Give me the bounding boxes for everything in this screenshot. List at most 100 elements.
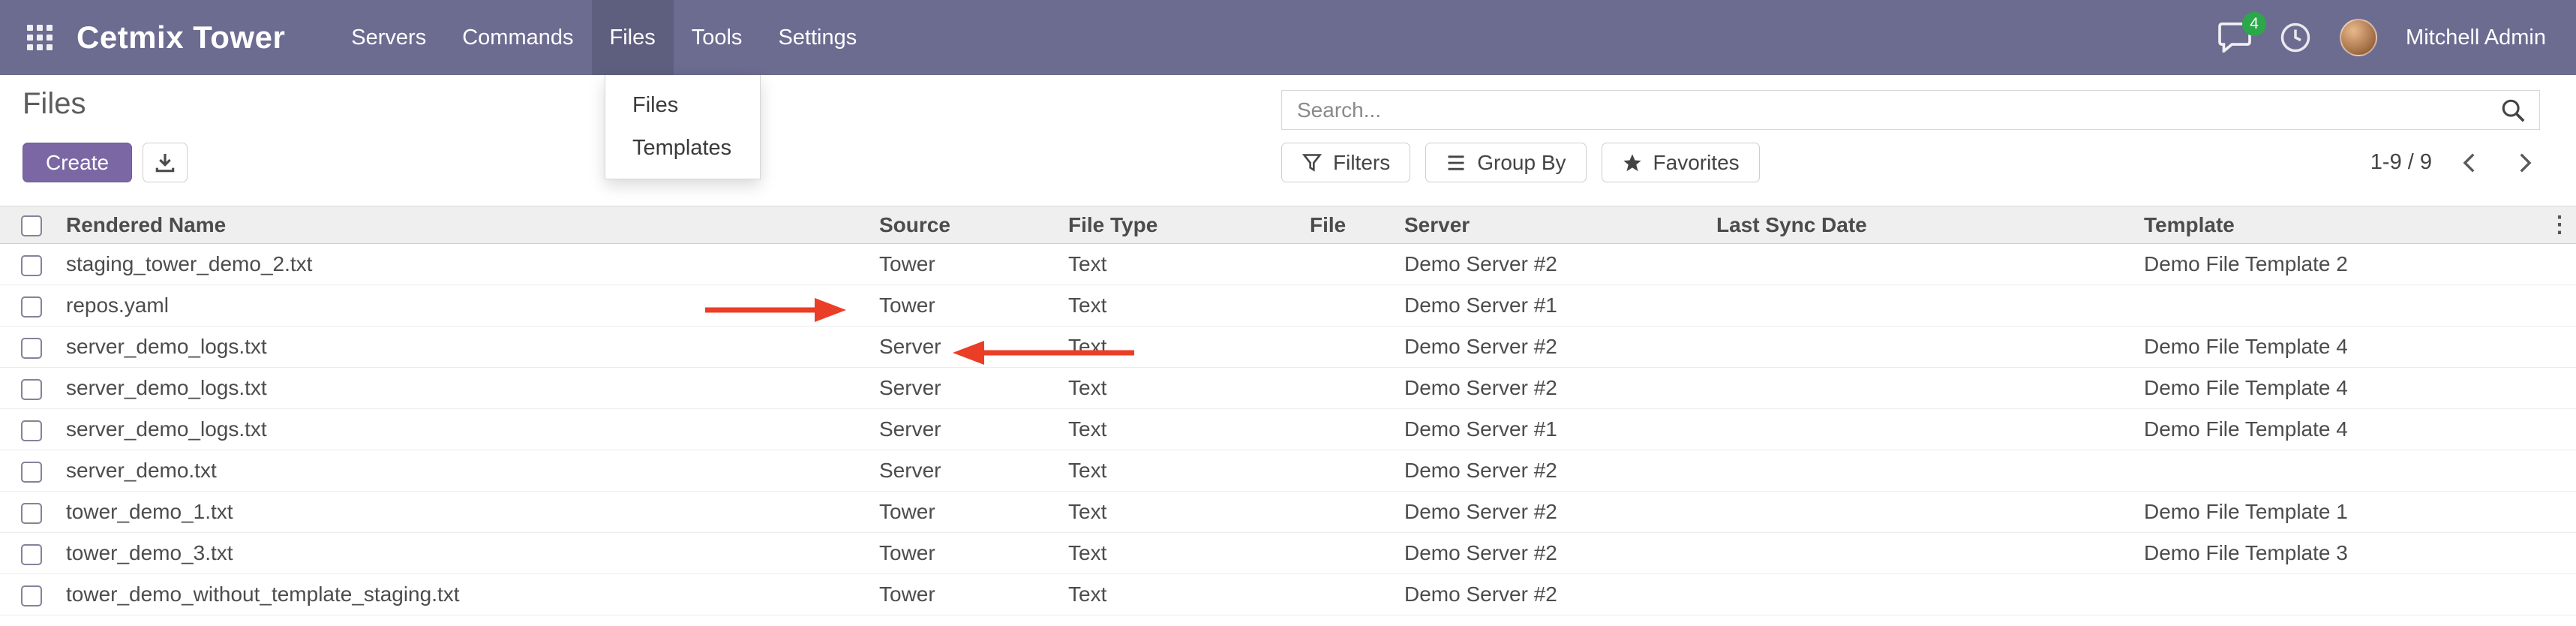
row-checkbox[interactable] bbox=[21, 585, 42, 606]
table-row[interactable]: repos.yaml Tower Text Demo Server #1 bbox=[0, 285, 2576, 327]
cell-file-type[interactable]: Text bbox=[1065, 533, 1307, 574]
cell-last-sync-date[interactable] bbox=[1713, 450, 2141, 492]
cell-file[interactable] bbox=[1307, 450, 1401, 492]
cell-rendered-name[interactable]: repos.yaml bbox=[63, 285, 876, 327]
cell-rendered-name[interactable]: tower_demo_1.txt bbox=[63, 492, 876, 533]
cell-rendered-name[interactable]: tower_demo_3.txt bbox=[63, 533, 876, 574]
cell-last-sync-date[interactable] bbox=[1713, 533, 2141, 574]
table-row[interactable]: server_demo_logs.txt Server Text Demo Se… bbox=[0, 327, 2576, 368]
cell-server[interactable]: Demo Server #2 bbox=[1401, 327, 1713, 368]
cell-last-sync-date[interactable] bbox=[1713, 368, 2141, 409]
pager-previous-button[interactable] bbox=[2454, 150, 2486, 176]
menu-servers[interactable]: Servers bbox=[333, 0, 444, 75]
cell-server[interactable]: Demo Server #2 bbox=[1401, 533, 1713, 574]
row-checkbox[interactable] bbox=[21, 462, 42, 483]
column-header-file[interactable]: File bbox=[1307, 206, 1401, 244]
select-all-checkbox[interactable] bbox=[21, 215, 42, 236]
column-header-rendered-name[interactable]: Rendered Name bbox=[63, 206, 876, 244]
cell-server[interactable]: Demo Server #2 bbox=[1401, 574, 1713, 615]
table-row[interactable]: tower_demo_1.txt Tower Text Demo Server … bbox=[0, 492, 2576, 533]
row-checkbox[interactable] bbox=[21, 296, 42, 318]
cell-template[interactable] bbox=[2141, 574, 2543, 615]
cell-source[interactable]: Server bbox=[876, 450, 1065, 492]
menu-files[interactable]: Files bbox=[592, 0, 674, 75]
cell-last-sync-date[interactable] bbox=[1713, 244, 2141, 285]
table-row[interactable]: tower_demo_3.txt Tower Text Demo Server … bbox=[0, 533, 2576, 574]
activities-button[interactable] bbox=[2280, 22, 2311, 53]
row-checkbox[interactable] bbox=[21, 503, 42, 524]
row-checkbox[interactable] bbox=[21, 420, 42, 441]
menu-settings[interactable]: Settings bbox=[760, 0, 875, 75]
cell-template[interactable] bbox=[2141, 285, 2543, 327]
cell-template[interactable] bbox=[2141, 450, 2543, 492]
cell-last-sync-date[interactable] bbox=[1713, 409, 2141, 450]
column-header-file-type[interactable]: File Type bbox=[1065, 206, 1307, 244]
dropdown-item-templates[interactable]: Templates bbox=[605, 127, 760, 170]
cell-server[interactable]: Demo Server #1 bbox=[1401, 409, 1713, 450]
menu-tools[interactable]: Tools bbox=[674, 0, 761, 75]
cell-file-type[interactable]: Text bbox=[1065, 574, 1307, 615]
messages-button[interactable]: 4 bbox=[2218, 23, 2251, 53]
dropdown-item-files[interactable]: Files bbox=[605, 84, 760, 127]
cell-server[interactable]: Demo Server #2 bbox=[1401, 368, 1713, 409]
cell-source[interactable]: Tower bbox=[876, 244, 1065, 285]
cell-server[interactable]: Demo Server #1 bbox=[1401, 285, 1713, 327]
row-checkbox[interactable] bbox=[21, 544, 42, 565]
cell-rendered-name[interactable]: server_demo_logs.txt bbox=[63, 409, 876, 450]
column-header-source[interactable]: Source bbox=[876, 206, 1065, 244]
optional-columns-icon[interactable]: ⋮ bbox=[2548, 212, 2571, 237]
export-button[interactable] bbox=[143, 143, 188, 182]
favorites-button[interactable]: Favorites bbox=[1602, 143, 1760, 182]
user-name[interactable]: Mitchell Admin bbox=[2406, 26, 2546, 50]
cell-template[interactable]: Demo File Template 4 bbox=[2141, 409, 2543, 450]
cell-source[interactable]: Server bbox=[876, 368, 1065, 409]
cell-source[interactable]: Tower bbox=[876, 533, 1065, 574]
cell-template[interactable]: Demo File Template 4 bbox=[2141, 327, 2543, 368]
cell-last-sync-date[interactable] bbox=[1713, 327, 2141, 368]
column-header-last-sync-date[interactable]: Last Sync Date bbox=[1713, 206, 2141, 244]
table-row[interactable]: staging_tower_demo_2.txt Tower Text Demo… bbox=[0, 244, 2576, 285]
column-header-server[interactable]: Server bbox=[1401, 206, 1713, 244]
cell-source[interactable]: Tower bbox=[876, 574, 1065, 615]
cell-source[interactable]: Tower bbox=[876, 285, 1065, 327]
cell-template[interactable]: Demo File Template 3 bbox=[2141, 533, 2543, 574]
filters-button[interactable]: Filters bbox=[1281, 143, 1410, 182]
table-row[interactable]: server_demo_logs.txt Server Text Demo Se… bbox=[0, 368, 2576, 409]
search-icon[interactable] bbox=[2487, 98, 2539, 123]
cell-file[interactable] bbox=[1307, 492, 1401, 533]
table-row[interactable]: tower_demo_without_template_staging.txt … bbox=[0, 574, 2576, 615]
row-checkbox[interactable] bbox=[21, 338, 42, 359]
create-button[interactable]: Create bbox=[23, 143, 132, 182]
column-header-template[interactable]: Template bbox=[2141, 206, 2543, 244]
cell-last-sync-date[interactable] bbox=[1713, 574, 2141, 615]
cell-rendered-name[interactable]: server_demo_logs.txt bbox=[63, 327, 876, 368]
cell-source[interactable]: Server bbox=[876, 327, 1065, 368]
cell-last-sync-date[interactable] bbox=[1713, 492, 2141, 533]
apps-menu-icon[interactable] bbox=[27, 25, 53, 50]
cell-template[interactable]: Demo File Template 4 bbox=[2141, 368, 2543, 409]
menu-commands[interactable]: Commands bbox=[444, 0, 591, 75]
cell-template[interactable]: Demo File Template 1 bbox=[2141, 492, 2543, 533]
group-by-button[interactable]: Group By bbox=[1425, 143, 1586, 182]
cell-file-type[interactable]: Text bbox=[1065, 368, 1307, 409]
cell-file[interactable] bbox=[1307, 285, 1401, 327]
row-checkbox[interactable] bbox=[21, 379, 42, 400]
cell-file-type[interactable]: Text bbox=[1065, 327, 1307, 368]
cell-rendered-name[interactable]: staging_tower_demo_2.txt bbox=[63, 244, 876, 285]
row-checkbox[interactable] bbox=[21, 255, 42, 276]
cell-file[interactable] bbox=[1307, 574, 1401, 615]
cell-file[interactable] bbox=[1307, 533, 1401, 574]
table-row[interactable]: server_demo.txt Server Text Demo Server … bbox=[0, 450, 2576, 492]
cell-template[interactable]: Demo File Template 2 bbox=[2141, 244, 2543, 285]
cell-file[interactable] bbox=[1307, 368, 1401, 409]
cell-rendered-name[interactable]: server_demo.txt bbox=[63, 450, 876, 492]
cell-server[interactable]: Demo Server #2 bbox=[1401, 492, 1713, 533]
cell-rendered-name[interactable]: tower_demo_without_template_staging.txt bbox=[63, 574, 876, 615]
cell-file[interactable] bbox=[1307, 244, 1401, 285]
cell-file[interactable] bbox=[1307, 409, 1401, 450]
cell-server[interactable]: Demo Server #2 bbox=[1401, 244, 1713, 285]
cell-file[interactable] bbox=[1307, 327, 1401, 368]
search-input[interactable] bbox=[1282, 91, 2487, 129]
cell-file-type[interactable]: Text bbox=[1065, 244, 1307, 285]
app-brand[interactable]: Cetmix Tower bbox=[77, 20, 285, 56]
